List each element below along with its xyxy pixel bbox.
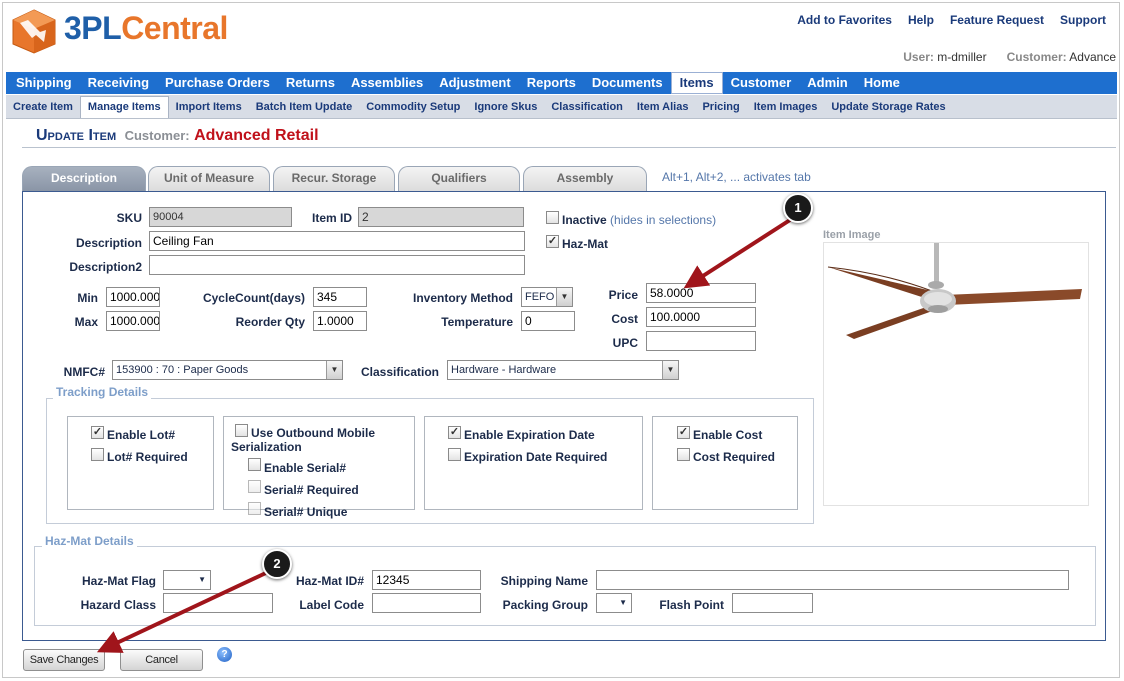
callout-2: 2 xyxy=(262,549,292,579)
callout-1: 1 xyxy=(783,193,813,223)
arrow-to-price xyxy=(683,218,792,289)
annotation-arrows xyxy=(96,218,792,653)
arrow-to-save xyxy=(96,570,269,653)
